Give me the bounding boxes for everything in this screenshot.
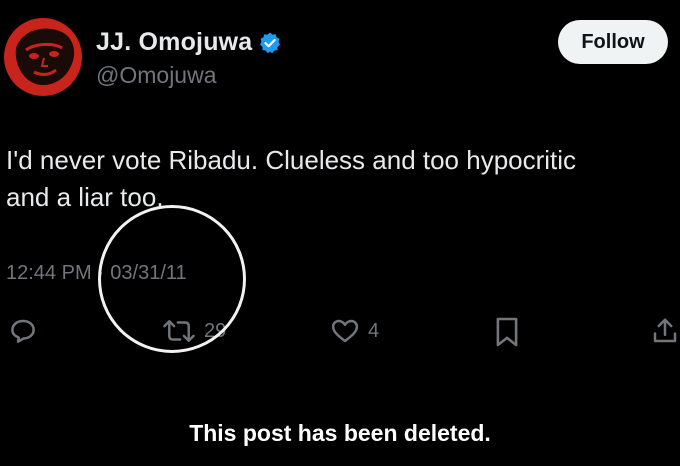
deleted-notice: This post has been deleted. [189, 420, 491, 446]
author-handle[interactable]: @Omojuwa [96, 62, 217, 89]
bookmark-button[interactable] [494, 316, 520, 348]
tweet-date: 03/31/11 [110, 262, 187, 284]
bookmark-icon [496, 317, 518, 347]
profile-avatar-image [4, 18, 82, 96]
retweet-button[interactable]: 29 [162, 316, 226, 346]
meta-separator: · [97, 262, 105, 284]
retweet-icon [163, 320, 195, 342]
tweet-timestamp[interactable]: 12:44 PM · 03/31/11 [6, 262, 187, 285]
author-name-row: JJ. Omojuwa [96, 28, 282, 57]
heart-icon [331, 319, 359, 343]
tweet-text: I'd never vote Ribadu. Clueless and too … [6, 142, 666, 216]
like-count: 4 [368, 319, 380, 342]
tweet-time: 12:44 PM [6, 262, 92, 284]
tweet-text-line-2: and a liar too. [6, 182, 164, 212]
like-button[interactable]: 4 [330, 316, 379, 346]
reply-icon [11, 319, 35, 343]
share-icon [653, 318, 677, 343]
reply-button[interactable] [8, 316, 38, 346]
author-display-name[interactable]: JJ. Omojuwa [96, 28, 252, 57]
retweet-count: 29 [204, 319, 227, 342]
avatar[interactable] [4, 18, 82, 96]
share-button[interactable] [650, 316, 680, 346]
tweet-text-line-1: I'd never vote Ribadu. Clueless and too … [6, 145, 577, 175]
verified-badge-icon [258, 31, 282, 55]
follow-button[interactable]: Follow [558, 20, 668, 64]
